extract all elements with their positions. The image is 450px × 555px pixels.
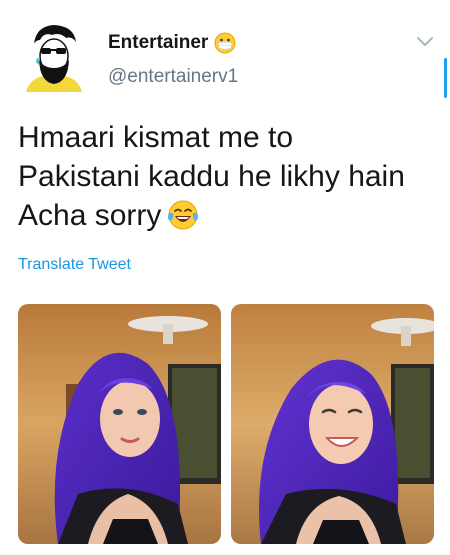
tweet-text-line: Pakistani kaddu he likhy hain <box>18 160 405 193</box>
face-with-medical-mask-icon <box>214 32 236 54</box>
author-name-row[interactable]: Entertainer <box>108 32 236 54</box>
translate-tweet-link[interactable]: Translate Tweet <box>18 256 131 274</box>
display-name[interactable]: Entertainer <box>108 32 208 54</box>
tweet-text-line-with-emoji: Acha sorry <box>18 196 438 235</box>
tweet-photo-1[interactable] <box>18 304 221 544</box>
tweet-text: Hmaari kismat me to Pakistani kaddu he l… <box>18 118 438 235</box>
scrollbar[interactable] <box>444 58 447 98</box>
avatar[interactable] <box>24 22 84 92</box>
tweet-text-line: Acha sorry <box>18 199 162 232</box>
chevron-down-icon[interactable] <box>416 36 434 48</box>
tweet-text-line: Hmaari kismat me to <box>18 121 294 154</box>
tweet-photo-2[interactable] <box>231 304 434 544</box>
photo-image <box>18 304 221 544</box>
avatar-illustration <box>26 25 82 92</box>
face-with-tears-of-joy-icon <box>168 200 199 230</box>
user-handle[interactable]: @entertainerv1 <box>108 66 238 88</box>
photo-image <box>231 304 434 544</box>
